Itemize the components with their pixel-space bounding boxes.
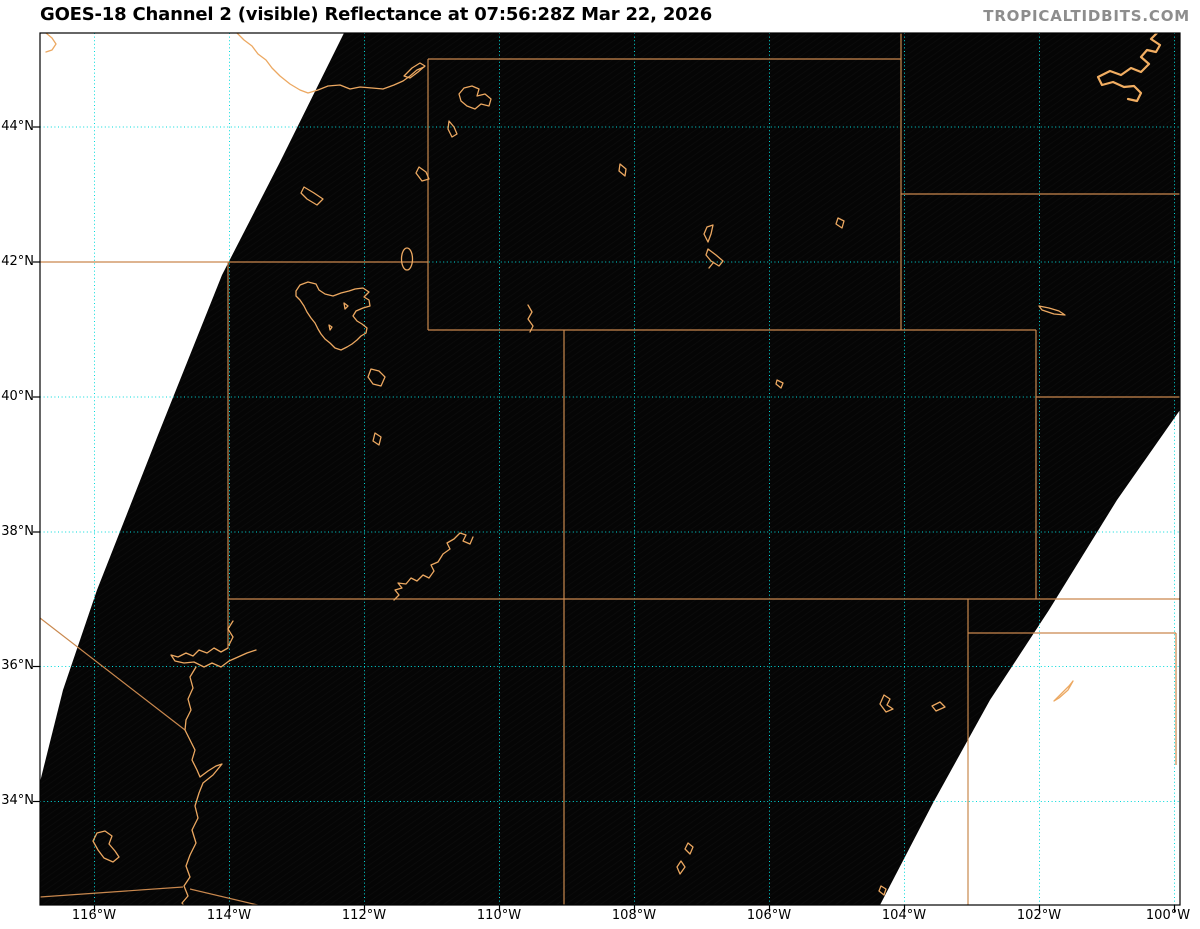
lon-tick-label: 104°W (881, 908, 927, 923)
lat-tick-label: 36°N (1, 658, 34, 673)
lon-tick-label: 102°W (1016, 908, 1062, 923)
lon-tick-label: 112°W (341, 908, 387, 923)
lon-tick-label: 108°W (611, 908, 657, 923)
lon-tick-label: 114°W (206, 908, 252, 923)
lat-tick-label: 44°N (1, 119, 34, 134)
lat-tick-label: 34°N (1, 793, 34, 808)
lat-tick-label: 38°N (1, 524, 34, 539)
lon-tick-label: 110°W (476, 908, 522, 923)
lat-tick-label: 42°N (1, 254, 34, 269)
lon-tick-label: 100°W (1145, 908, 1191, 923)
lon-tick-label: 116°W (71, 908, 117, 923)
satellite-image-page: { "header": { "title": "GOES-18 Channel … (0, 0, 1200, 929)
lon-tick-label: 106°W (746, 908, 792, 923)
lat-tick-label: 40°N (1, 389, 34, 404)
satellite-map (33, 32, 1181, 912)
